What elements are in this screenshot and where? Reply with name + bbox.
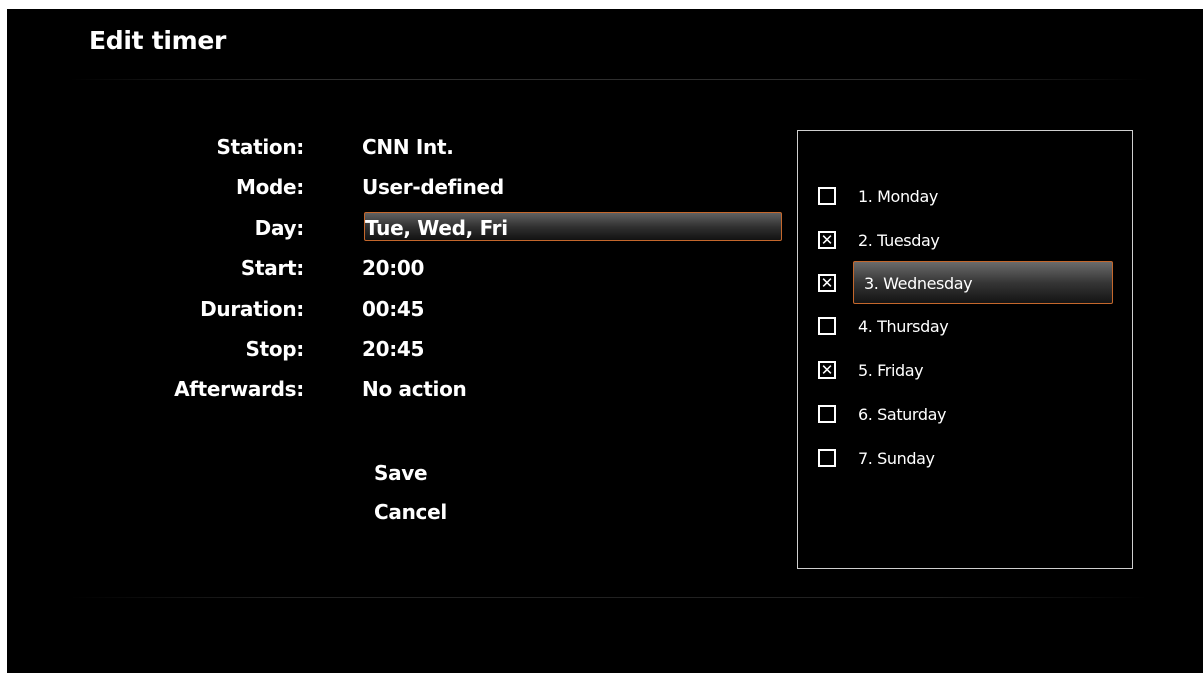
day-value[interactable]: Tue, Wed, Fri [365, 216, 508, 240]
checkbox-icon[interactable] [818, 187, 836, 205]
checkbox-icon[interactable] [818, 317, 836, 335]
page-title: Edit timer [89, 26, 227, 55]
mode-value[interactable]: User-defined [362, 175, 504, 199]
checkbox-icon[interactable] [818, 405, 836, 423]
afterwards-value[interactable]: No action [362, 377, 467, 401]
checkbox-icon[interactable] [818, 449, 836, 467]
save-button[interactable]: Save [374, 461, 428, 485]
day-option-sunday[interactable]: 7. Sunday [818, 444, 1118, 474]
day-option-friday[interactable]: ✕ 5. Friday [818, 356, 1118, 386]
day-label: Day: [254, 216, 305, 240]
stop-value[interactable]: 20:45 [362, 337, 424, 361]
checkbox-checked-icon[interactable]: ✕ [818, 231, 836, 249]
bottom-divider [69, 597, 1149, 598]
station-value[interactable]: CNN Int. [362, 135, 454, 159]
day-option-label: 1. Monday [858, 187, 938, 206]
station-label: Station: [216, 135, 305, 159]
cancel-button[interactable]: Cancel [374, 500, 447, 524]
checkbox-checked-icon[interactable]: ✕ [818, 274, 836, 292]
checkbox-checked-icon[interactable]: ✕ [818, 361, 836, 379]
day-option-label: 5. Friday [858, 361, 924, 380]
start-value[interactable]: 20:00 [362, 256, 424, 280]
day-option-thursday[interactable]: 4. Thursday [818, 312, 1118, 342]
day-option-label: 3. Wednesday [864, 274, 973, 293]
start-label: Start: [240, 256, 304, 280]
mode-label: Mode: [235, 175, 304, 199]
day-option-label: 4. Thursday [858, 317, 949, 336]
day-option-label: 7. Sunday [858, 449, 935, 468]
day-option-monday[interactable]: 1. Monday [818, 182, 1118, 212]
edit-timer-screen: Edit timer Station: Mode: Day: Start: Du… [7, 9, 1203, 673]
day-option-saturday[interactable]: 6. Saturday [818, 400, 1118, 430]
duration-label: Duration: [200, 297, 304, 321]
day-option-tuesday[interactable]: ✕ 2. Tuesday [818, 226, 1118, 256]
day-option-label: 2. Tuesday [858, 231, 940, 250]
day-option-wednesday[interactable]: ✕ 3. Wednesday [818, 269, 1118, 299]
duration-value[interactable]: 00:45 [362, 297, 424, 321]
day-picker-panel: 1. Monday ✕ 2. Tuesday ✕ 3. Wednesday 4.… [797, 130, 1133, 569]
day-option-label: 6. Saturday [858, 405, 947, 424]
stop-label: Stop: [245, 337, 304, 361]
top-divider [69, 79, 1149, 80]
afterwards-label: Afterwards: [174, 377, 304, 401]
